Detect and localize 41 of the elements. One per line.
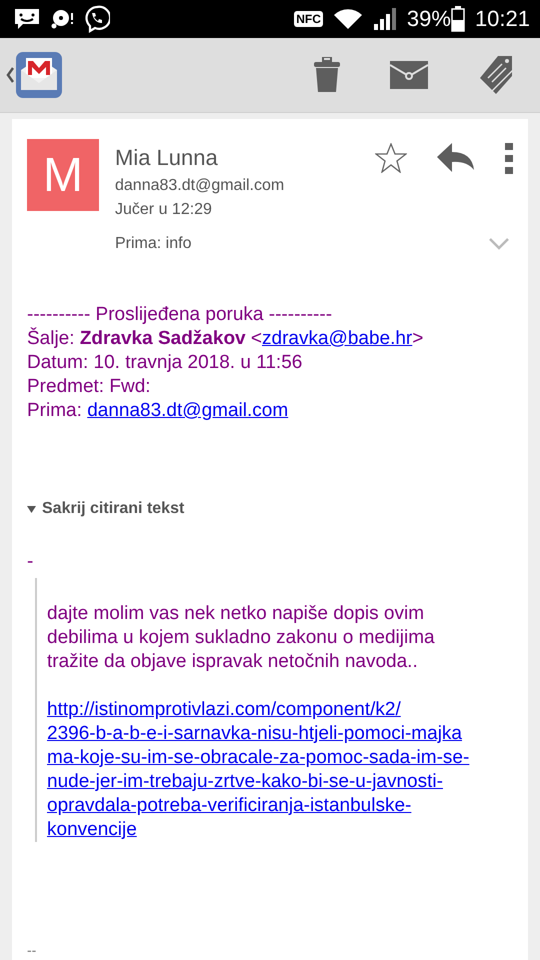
back-caret-icon: [6, 67, 14, 83]
back-button[interactable]: [6, 52, 62, 98]
mail-app-icon: [16, 52, 62, 98]
email-link[interactable]: danna83.dt@gmail.com: [87, 400, 288, 421]
forward-header-line: Predmet: Fwd:: [27, 375, 152, 399]
mark-unread-button[interactable]: [390, 61, 428, 89]
delete-button[interactable]: [314, 57, 340, 93]
more-icon: [505, 143, 513, 175]
envelope-icon: [390, 61, 428, 89]
trash-icon: [314, 57, 340, 93]
forwarded-divider: ---------- Proslijeđena poruka ----------: [27, 303, 334, 327]
more-button[interactable]: [505, 143, 513, 175]
email-link[interactable]: zdravka@babe.hr: [262, 328, 412, 349]
star-button[interactable]: [375, 143, 407, 173]
avatar: M: [27, 139, 99, 211]
nfc-icon: NFC: [294, 11, 323, 27]
star-icon: [375, 143, 407, 173]
hide-quoted-text-toggle[interactable]: Sakrij citirani tekst: [27, 500, 184, 518]
phone-bubble-icon: [84, 5, 110, 33]
chevron-down-icon: [489, 238, 509, 250]
signal-icon: [372, 7, 397, 31]
sender-name: Mia Lunna: [115, 145, 219, 171]
recipients: Prima: info: [115, 234, 192, 254]
sender-email: danna83.dt@gmail.com: [115, 176, 284, 196]
forward-header-line: Šalje: Zdravka Sadžakov <zdravka@babe.hr>: [27, 327, 424, 351]
tag-icon: [478, 56, 514, 94]
forward-header-line: Prima: danna83.dt@gmail.com: [27, 399, 290, 423]
message-date: Jučer u 12:29: [115, 200, 213, 220]
quoted-paragraph: dajte molim vas nek netko napiše dopis ovim debilima u kojem sukladno zakonu o medijima tražite da objave ispravak netočnih navoda..: [47, 602, 436, 674]
clock: 10:21: [474, 8, 530, 30]
disclosure-triangle-icon: [27, 504, 36, 514]
forward-header-line: Datum: 10. travnja 2018. u 11:56: [27, 351, 304, 375]
article-link[interactable]: http://istinomprotivlazi.com/component/k2/ 2396-b-a-b-e-i-sarnavka-nisu-htjeli-pomoci-majka ma-koje-su-im-se-obracale-za-pomoc-sada-im-se- nude-jer-im-trebaju-zrtve-kako-bi-se-u-javnosti- opravdala-potreba-verificiranja-istanbulske- konvencije: [47, 698, 513, 842]
battery-percent: 39%: [406, 8, 451, 30]
battery-icon: [450, 6, 465, 32]
signature-separator: --: [27, 942, 38, 958]
disc-alert-icon: [50, 7, 74, 31]
wifi-icon: [332, 8, 363, 30]
label-button[interactable]: [478, 56, 514, 94]
message-icon: [14, 8, 40, 30]
dash-text: -: [27, 550, 34, 574]
